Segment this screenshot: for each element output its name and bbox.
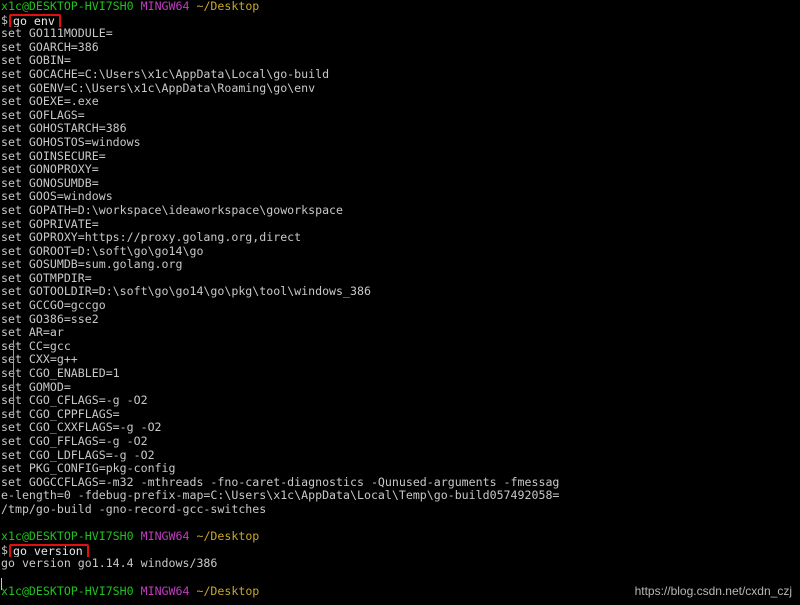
- prompt-symbol: $: [1, 13, 8, 27]
- env-line: set GCCGO=gccgo: [1, 299, 106, 313]
- env-line: set GOARCH=386: [1, 40, 99, 54]
- env-line: set GOINSECURE=: [1, 149, 106, 163]
- env-line: set AR=ar: [1, 326, 64, 340]
- prompt-user: x1c@DESKTOP-HVI7SH0: [1, 584, 134, 598]
- env-line: set GOHOSTARCH=386: [1, 122, 127, 136]
- terminal-window[interactable]: x1c@DESKTOP-HVI7SH0 MINGW64 ~/Desktop $ g…: [0, 0, 800, 605]
- env-line: set GO111MODULE=: [1, 27, 113, 41]
- env-line: set CGO_FFLAGS=-g -O2: [1, 435, 148, 448]
- env-line: e-length=0 -fdebug-prefix-map=C:\Users\x…: [1, 489, 560, 503]
- watermark-text: https://blog.csdn.net/cxdn_czj: [634, 584, 792, 598]
- command-line-2: $ go version: [1, 543, 800, 558]
- env-line: set GOHOSTOS=windows: [1, 135, 141, 149]
- prompt-path: ~/Desktop: [196, 530, 260, 544]
- env-line: set GONOSUMDB=: [1, 176, 99, 190]
- env-line: set GOOS=windows: [1, 190, 113, 204]
- prompt-symbol: $: [1, 543, 8, 557]
- command-go-version: go version: [8, 543, 89, 558]
- env-line: set CGO_ENABLED=1: [1, 367, 120, 381]
- env-line: set GONOPROXY=: [1, 163, 99, 177]
- env-line: set PKG_CONFIG=pkg-config: [1, 462, 176, 476]
- env-line: set GO386=sse2: [1, 312, 99, 326]
- env-line: set GOMOD=: [1, 380, 71, 394]
- env-line: set GOGCCFLAGS=-m32 -mthreads -fno-caret…: [1, 475, 560, 489]
- prompt-path: ~/Desktop: [196, 584, 260, 598]
- text-cursor: [1, 578, 2, 590]
- prompt-user: x1c@DESKTOP-HVI7SH0: [1, 0, 134, 13]
- selection-gutter-mark: [13, 340, 14, 418]
- env-output: set GO111MODULE= set GOARCH=386 set GOBIN=…: [1, 27, 800, 516]
- env-line: set GOTOOLDIR=D:\soft\go\go14\go\pkg\too…: [1, 285, 371, 299]
- env-line: set CGO_CPPFLAGS=: [1, 407, 120, 421]
- prompt-system: MINGW64: [140, 530, 190, 544]
- env-line: set GOROOT=D:\soft\go\go14\go: [1, 244, 204, 258]
- env-line: set GOPATH=D:\workspace\ideaworkspace\go…: [1, 203, 344, 217]
- env-line: set GOTMPDIR=: [1, 271, 92, 285]
- prompt-path: ~/Desktop: [196, 0, 260, 13]
- env-line: set GOCACHE=C:\Users\x1c\AppData\Local\g…: [1, 67, 330, 81]
- prompt-user: x1c@DESKTOP-HVI7SH0: [1, 530, 134, 544]
- env-line: set GOFLAGS=: [1, 108, 85, 122]
- env-line: set CGO_CFLAGS=-g -O2: [1, 394, 148, 408]
- command-go-env: go env: [8, 13, 61, 28]
- env-line: set GOSUMDB=sum.golang.org: [1, 258, 183, 272]
- env-line: set GOBIN=: [1, 54, 71, 68]
- env-line: /tmp/go-build -gno-record-gcc-switches: [1, 502, 267, 516]
- env-line: set GOPROXY=https://proxy.golang.org,dir…: [1, 231, 302, 245]
- env-line: set CGO_LDFLAGS=-g -O2: [1, 448, 155, 462]
- prompt-system: MINGW64: [140, 0, 190, 13]
- prompt-line-2: x1c@DESKTOP-HVI7SH0 MINGW64 ~/Desktop: [1, 530, 800, 544]
- env-line: set CGO_CXXFLAGS=-g -O2: [1, 421, 162, 435]
- env-line: set GOENV=C:\Users\x1c\AppData\Roaming\g…: [1, 81, 316, 95]
- prompt-line-1: x1c@DESKTOP-HVI7SH0 MINGW64 ~/Desktop: [1, 0, 800, 14]
- env-line: set CC=gcc: [1, 339, 71, 353]
- env-line: set GOPRIVATE=: [1, 217, 99, 231]
- prompt-system: MINGW64: [140, 584, 190, 598]
- command-line-1: $ go env: [1, 13, 800, 28]
- env-line: set GOEXE=.exe: [1, 95, 99, 109]
- env-line: set CXX=g++: [1, 353, 78, 367]
- version-output: go version go1.14.4 windows/386: [1, 557, 218, 571]
